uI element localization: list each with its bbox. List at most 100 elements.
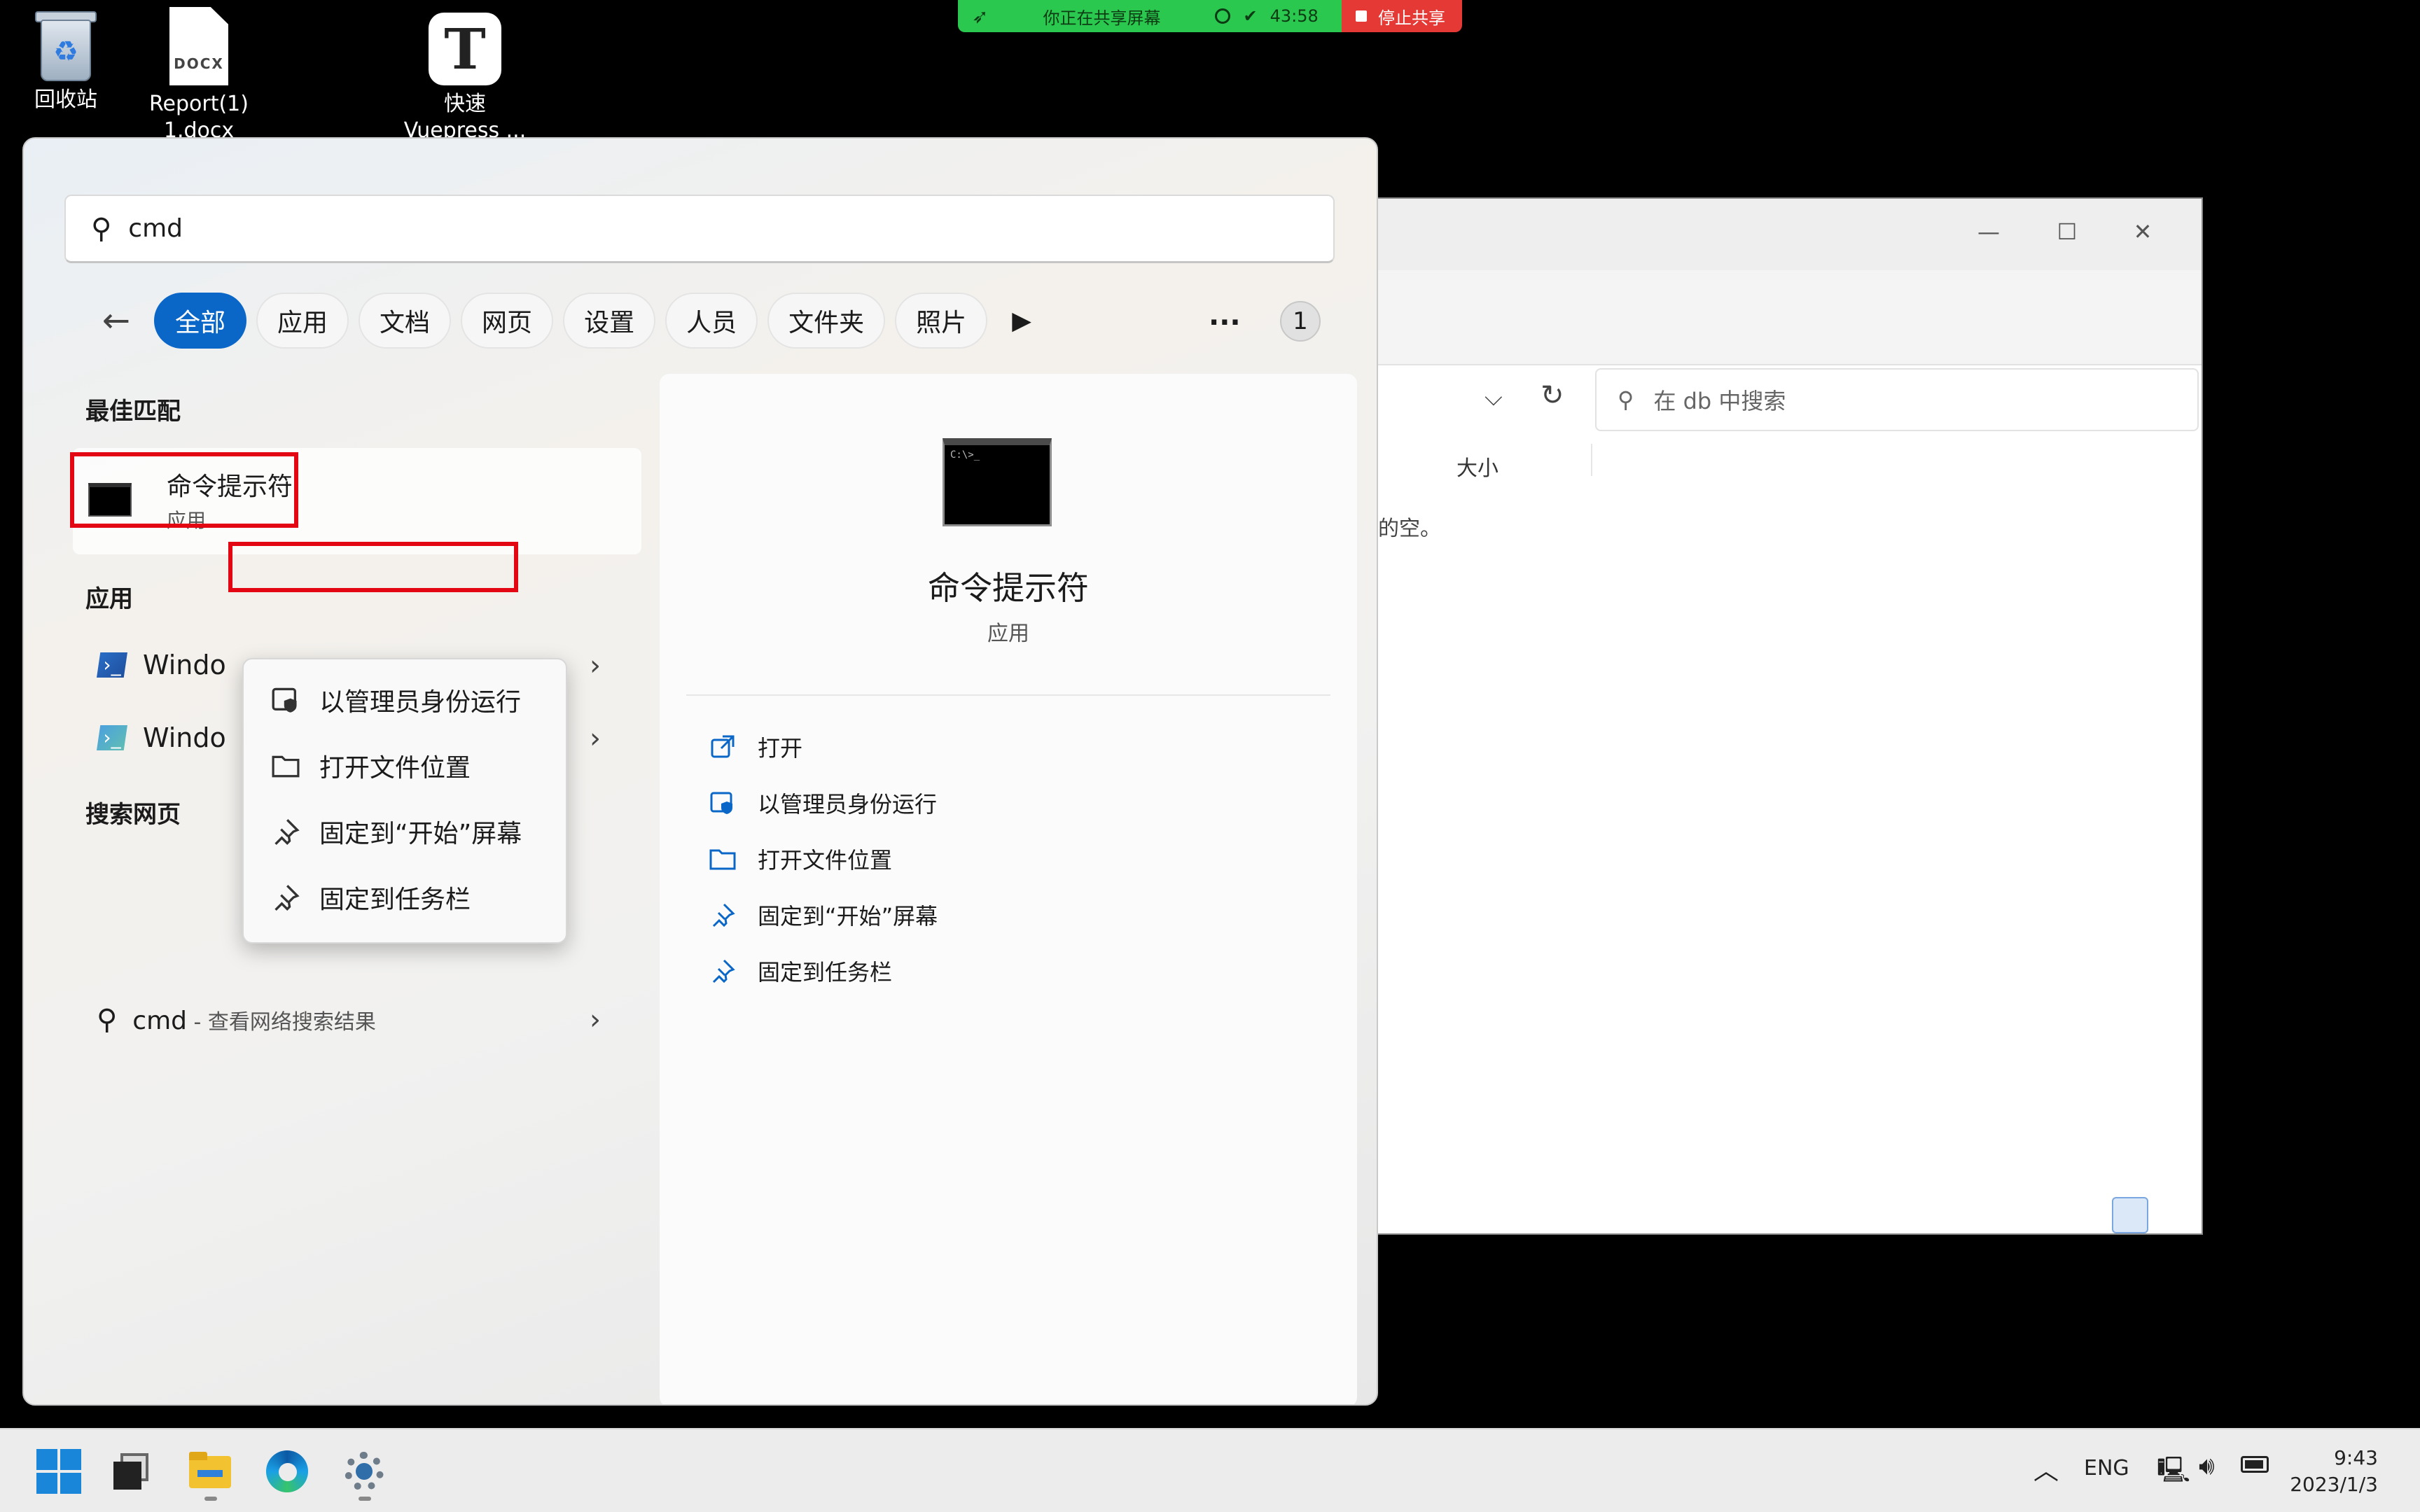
- chevron-right-icon[interactable]: ›: [590, 722, 601, 755]
- context-item-label: 打开文件位置: [319, 754, 471, 783]
- filter-tab-people[interactable]: 人员: [665, 293, 758, 349]
- minimize-button[interactable]: —: [1961, 218, 2017, 245]
- filter-tab-settings[interactable]: 设置: [563, 293, 656, 349]
- chevron-right-icon[interactable]: ›: [590, 1004, 601, 1036]
- search-filter-tabs: ← 全部 应用 文档 网页 设置 人员 文件夹 照片 ▶: [88, 293, 1046, 349]
- powershell-ise-icon: ›_: [97, 725, 127, 750]
- filter-tab-folders[interactable]: 文件夹: [767, 293, 886, 349]
- action-open[interactable]: 打开: [707, 731, 802, 763]
- folder-icon: [707, 844, 738, 874]
- system-clock[interactable]: 9:43 2023/1/3: [2290, 1445, 2378, 1498]
- detail-divider: [686, 694, 1330, 696]
- back-arrow-icon[interactable]: ←: [88, 293, 144, 349]
- network-icon[interactable]: 🖳: [2157, 1452, 2190, 1494]
- explorer-search-input[interactable]: ⚲ 在 db 中搜索: [1595, 368, 2199, 431]
- action-run-as-admin[interactable]: 以管理员身份运行: [707, 787, 937, 819]
- filter-tab-web[interactable]: 网页: [461, 293, 554, 349]
- share-logo-icon: ➶: [972, 4, 989, 28]
- context-item-label: 固定到“开始”屏幕: [319, 820, 522, 848]
- web-query: cmd: [132, 1007, 188, 1035]
- rewards-badge[interactable]: 1: [1280, 301, 1321, 342]
- chevron-down-icon[interactable]: ⌵: [1484, 384, 1503, 412]
- close-button[interactable]: ✕: [2115, 218, 2171, 245]
- column-divider: [1591, 444, 1592, 476]
- desktop-icon-vuepress[interactable]: T 快速 Vuepress ...: [395, 13, 535, 144]
- section-header-web: 搜索网页: [85, 801, 181, 829]
- file-explorer-window[interactable]: — ☐ ✕ ⌵ ↻ ⚲ 在 db 中搜索 大小 的空。: [1377, 197, 2203, 1235]
- filter-tab-photos[interactable]: 照片: [895, 293, 988, 349]
- shield-icon: [270, 685, 301, 715]
- detail-subtitle: 应用: [987, 622, 1029, 646]
- filter-tab-all[interactable]: 全部: [154, 293, 247, 349]
- filter-tab-apps[interactable]: 应用: [256, 293, 349, 349]
- refresh-icon[interactable]: ↻: [1541, 379, 1564, 412]
- play-arrow-icon[interactable]: ▶: [997, 293, 1046, 349]
- view-buttons: [2112, 1197, 2189, 1233]
- share-status-text: 你正在共享屏幕: [1043, 8, 1161, 28]
- stop-share-button[interactable]: 停止共享: [1342, 0, 1462, 32]
- column-header-size[interactable]: 大小: [1456, 451, 1498, 482]
- chevron-up-icon[interactable]: ︿: [2033, 1450, 2059, 1487]
- screen-share-bar: ➶ 你正在共享屏幕 ✔ 43:58 停止共享: [958, 0, 1462, 32]
- edge-browser-icon[interactable]: [265, 1449, 310, 1494]
- maximize-button[interactable]: ☐: [2039, 218, 2095, 245]
- section-header-best-match: 最佳匹配: [85, 398, 181, 426]
- more-options-icon[interactable]: ···: [1209, 307, 1241, 339]
- typora-app-icon: T: [429, 13, 501, 85]
- share-timer: 43:58: [1270, 6, 1319, 26]
- action-label: 固定到“开始”屏幕: [758, 903, 938, 930]
- open-icon: [707, 732, 738, 762]
- pin-icon: [707, 955, 738, 986]
- tiles-view-icon[interactable]: [2153, 1197, 2189, 1233]
- desktop-icon-label: Report(1): [149, 92, 249, 116]
- settings-gear-icon[interactable]: [342, 1449, 387, 1494]
- running-indicator: [359, 1497, 371, 1501]
- desktop-icon-label: 回收站: [34, 88, 97, 112]
- shield-icon: [707, 788, 738, 818]
- explorer-toolbar: [1378, 270, 2202, 365]
- task-view-icon[interactable]: [111, 1449, 155, 1494]
- desktop-icon-recycle-bin[interactable]: ♻ 回收站: [0, 7, 136, 113]
- action-open-file-location[interactable]: 打开文件位置: [707, 843, 892, 875]
- circle-icon: [1215, 8, 1231, 24]
- action-pin-to-taskbar[interactable]: 固定到任务栏: [707, 955, 892, 987]
- docx-file-icon: DOCX: [169, 7, 228, 85]
- context-item-label: 以管理员身份运行: [319, 688, 522, 717]
- shield-check-icon: ✔: [1243, 6, 1258, 26]
- desktop-icon-report-docx[interactable]: DOCX Report(1) 1.docx: [129, 7, 269, 144]
- recycle-bin-icon: ♻: [32, 7, 99, 81]
- search-input-value: cmd: [128, 214, 183, 243]
- context-open-file-location[interactable]: 打开文件位置: [270, 748, 471, 784]
- clock-date: 2023/1/3: [2290, 1473, 2378, 1496]
- input-language-indicator[interactable]: ENG: [2084, 1456, 2129, 1480]
- web-query-hint: - 查看网络搜索结果: [187, 1010, 376, 1035]
- battery-icon[interactable]: [2241, 1452, 2269, 1473]
- search-icon: ⚲: [97, 1004, 118, 1036]
- app-row-powershell-ise[interactable]: ›_ Windo: [97, 722, 226, 753]
- file-explorer-icon[interactable]: [188, 1449, 232, 1494]
- pin-icon: [707, 899, 738, 930]
- pin-icon: [270, 816, 301, 847]
- action-label: 以管理员身份运行: [758, 791, 938, 818]
- windows-start-icon[interactable]: [36, 1449, 81, 1494]
- app-row-powershell[interactable]: ›_ Windo: [97, 650, 226, 680]
- action-pin-to-start[interactable]: 固定到“开始”屏幕: [707, 899, 938, 931]
- details-view-icon[interactable]: [2112, 1197, 2148, 1233]
- taskbar: ︿ ENG 🖳 🔊︎ 9:43 2023/1/3: [0, 1428, 2420, 1512]
- context-item-label: 固定到任务栏: [319, 886, 471, 914]
- context-pin-to-start[interactable]: 固定到“开始”屏幕: [270, 813, 522, 850]
- share-status: ➶ 你正在共享屏幕 ✔ 43:58: [958, 0, 1342, 32]
- chevron-right-icon[interactable]: ›: [590, 650, 601, 682]
- filter-tab-documents[interactable]: 文档: [359, 293, 452, 349]
- start-search-panel: ⚲ cmd ← 全部 应用 文档 网页 设置 人员 文件夹 照片 ▶ ··· 1…: [22, 137, 1378, 1406]
- web-search-row[interactable]: ⚲ cmd - 查看网络搜索结果: [97, 1004, 376, 1036]
- search-input[interactable]: ⚲ cmd: [64, 195, 1335, 263]
- empty-folder-text: 的空。: [1378, 517, 1441, 541]
- action-label: 打开文件位置: [758, 847, 893, 874]
- context-pin-to-taskbar[interactable]: 固定到任务栏: [270, 879, 471, 916]
- app-row-label: Windo: [143, 650, 226, 680]
- volume-icon[interactable]: 🔊︎: [2199, 1452, 2215, 1481]
- cmd-large-icon: C:\>_: [943, 438, 1052, 526]
- stop-icon: [1356, 10, 1367, 22]
- context-run-as-admin[interactable]: 以管理员身份运行: [270, 682, 521, 718]
